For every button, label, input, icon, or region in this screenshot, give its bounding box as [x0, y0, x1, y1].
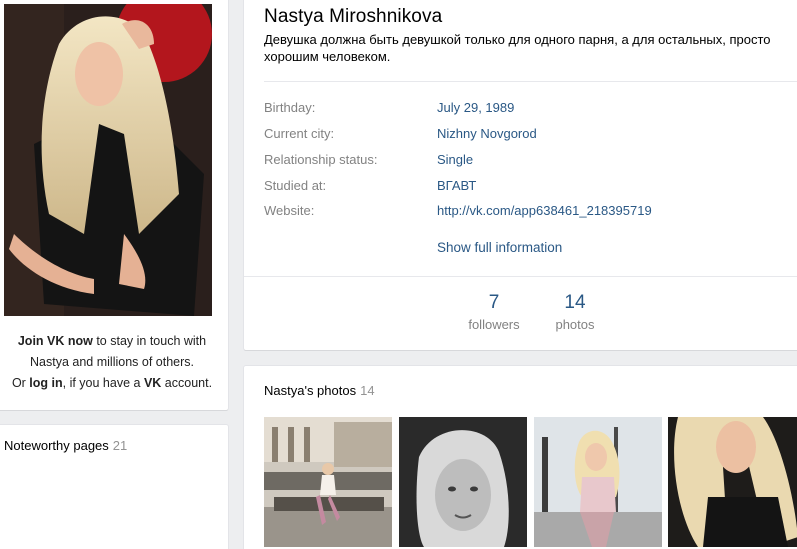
profile-status: Девушка должна быть девушкой только для …: [264, 32, 771, 64]
noteworthy-pages-header[interactable]: Noteworthy pages 21: [4, 438, 127, 453]
info-row-relationship: Relationship status: Single: [264, 152, 784, 172]
info-label: Current city:: [264, 126, 335, 141]
show-full-information-link[interactable]: Show full information: [437, 240, 562, 255]
info-row-city: Current city: Nizhny Novgorod: [264, 126, 784, 146]
info-label: Birthday:: [264, 100, 316, 115]
photos-label: photos: [555, 317, 595, 332]
photo-image: [668, 417, 797, 547]
info-value-link[interactable]: Single: [437, 152, 473, 167]
photo-image: [264, 417, 392, 547]
noteworthy-pages-title: Noteworthy pages: [4, 438, 109, 453]
join-text-line1: to stay in touch with: [92, 334, 207, 348]
website-link[interactable]: http://vk.com/app638461_218395719: [437, 203, 652, 218]
photo-thumbnail[interactable]: [264, 417, 392, 547]
join-invitation: Join VK now to stay in touch with Nastya…: [0, 331, 224, 394]
photos-section-count: 14: [360, 383, 375, 398]
noteworthy-pages-count: 21: [112, 438, 128, 453]
info-label: Relationship status:: [264, 152, 378, 167]
photo-thumbnail[interactable]: [399, 417, 527, 547]
info-label: Website:: [264, 203, 315, 218]
photo-image: [399, 417, 527, 547]
noteworthy-pages-card: Noteworthy pages 21: [0, 425, 228, 549]
avatar-photo: [4, 4, 212, 316]
join-text-or: Or: [11, 376, 30, 390]
profile-avatar-card: Join VK now to stay in touch with Nastya…: [0, 0, 228, 410]
join-text-account: account.: [161, 376, 213, 390]
info-value-link[interactable]: Nizhny Novgorod: [437, 126, 537, 141]
info-row-studied: Studied at: ВГАВТ: [264, 178, 784, 198]
page-title: Nastya Miroshnikova: [264, 6, 443, 27]
vk-brand-text: VK: [143, 376, 162, 390]
photos-section-header[interactable]: Nastya's photos 14: [264, 383, 375, 398]
info-value-link[interactable]: ВГАВТ: [437, 178, 476, 193]
join-vk-link[interactable]: Join VK now: [18, 334, 93, 348]
photo-image: [534, 417, 662, 547]
info-row-website: Website: http://vk.com/app638461_2183957…: [264, 203, 784, 223]
followers-count: 7: [488, 292, 500, 313]
avatar[interactable]: [4, 4, 212, 316]
join-text-if: , if you have a: [62, 376, 144, 390]
photos-card: Nastya's photos 14: [244, 366, 797, 549]
photos-count: 14: [564, 292, 586, 313]
log-in-link[interactable]: log in: [29, 376, 62, 390]
divider: [244, 276, 797, 277]
photos-section-title: Nastya's photos: [264, 383, 357, 398]
info-row-birthday: Birthday: July 29, 1989: [264, 100, 784, 120]
join-text-line2: Nastya and millions of others.: [30, 355, 194, 369]
profile-info-card: Nastya Miroshnikova Девушка должна быть …: [244, 0, 797, 350]
photos-counter[interactable]: 14 photos: [535, 292, 615, 332]
divider: [264, 81, 797, 82]
photo-thumbnail[interactable]: [668, 417, 797, 547]
info-value-link[interactable]: July 29, 1989: [437, 100, 514, 115]
followers-counter[interactable]: 7 followers: [454, 292, 534, 332]
photo-thumbnail[interactable]: [534, 417, 662, 547]
info-label: Studied at:: [264, 178, 327, 193]
followers-label: followers: [468, 317, 520, 332]
